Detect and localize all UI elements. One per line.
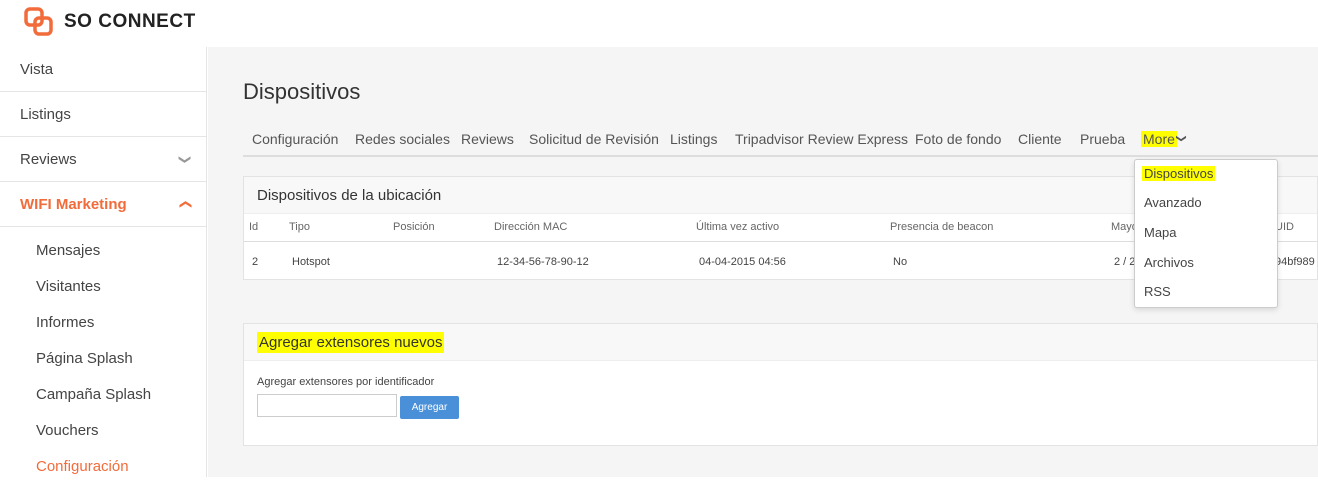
menu-item-rss[interactable]: RSS	[1144, 284, 1171, 299]
top-bar: SO CONNECT	[0, 0, 1318, 47]
sidebar-item-label: Listings	[20, 106, 71, 123]
column-header[interactable]: Posición	[393, 221, 435, 233]
menu-item-mapa[interactable]: Mapa	[1144, 225, 1177, 240]
sidebar-item-listings[interactable]: Listings	[0, 92, 206, 137]
tab-reviews[interactable]: Reviews	[461, 131, 514, 147]
extenders-id-input[interactable]	[257, 394, 397, 417]
sidebar-subitem-pagina-splash[interactable]: Página Splash	[0, 341, 206, 377]
extenders-panel-header: Agregar extensores nuevos	[244, 324, 1317, 361]
sidebar-subitem-vouchers[interactable]: Vouchers	[0, 413, 206, 449]
extenders-panel-title: Agregar extensores nuevos	[257, 332, 445, 353]
sidebar: Vista Listings Reviews ❯ WIFI Marketing ❯ …	[0, 47, 207, 477]
tab-cliente[interactable]: Cliente	[1018, 131, 1062, 147]
page-title: Dispositivos	[243, 79, 361, 104]
tab-listings[interactable]: Listings	[670, 131, 717, 147]
logo[interactable]: SO CONNECT	[24, 7, 196, 37]
more-dropdown-menu: Dispositivos Avanzado Mapa Archivos RSS	[1134, 159, 1278, 308]
sidebar-subitem-configuracion[interactable]: Configuración	[0, 449, 206, 485]
tab-redes-sociales[interactable]: Redes sociales	[355, 131, 450, 147]
sidebar-item-wifi-marketing[interactable]: WIFI Marketing ❯	[0, 182, 206, 227]
tab-solicitud-de-revision[interactable]: Solicitud de Revisión	[529, 131, 659, 147]
sidebar-subitem-visitantes[interactable]: Visitantes	[0, 269, 206, 305]
extenders-id-label: Agregar extensores por identificador	[257, 376, 435, 388]
sidebar-subitem-campana-splash[interactable]: Campaña Splash	[0, 377, 206, 413]
cell-id: 2	[252, 256, 259, 268]
chevron-down-icon: ❯	[1175, 134, 1187, 143]
menu-item-avanzado[interactable]: Avanzado	[1144, 195, 1202, 210]
sidebar-item-label: WIFI Marketing	[20, 196, 127, 213]
tab-prueba[interactable]: Prueba	[1080, 131, 1125, 147]
cell-mac: 12-34-56-78-90-12	[497, 256, 589, 268]
chevron-down-icon: ❯	[178, 154, 193, 165]
menu-item-archivos[interactable]: Archivos	[1144, 255, 1194, 270]
column-header[interactable]: Presencia de beacon	[890, 221, 993, 233]
column-header[interactable]: Última vez activo	[696, 221, 779, 233]
menu-item-dispositivos[interactable]: Dispositivos	[1142, 166, 1216, 181]
column-header[interactable]: Dirección MAC	[494, 221, 567, 233]
tab-more[interactable]: More	[1141, 131, 1177, 147]
column-header[interactable]: Id	[249, 221, 258, 233]
sidebar-item-vista[interactable]: Vista	[0, 47, 206, 92]
logo-icon	[24, 7, 53, 36]
chevron-up-icon: ❯	[177, 199, 192, 210]
main-content: Dispositivos Configuración Redes sociale…	[208, 47, 1318, 477]
cell-ultima-vez-activo: 04-04-2015 04:56	[699, 256, 786, 268]
tab-tripadvisor-review-express[interactable]: Tripadvisor Review Express	[735, 131, 908, 147]
cell-beacon: No	[893, 256, 908, 268]
sidebar-item-label: Reviews	[20, 151, 77, 168]
sidebar-item-label: Vista	[20, 61, 54, 78]
cell-tipo: Hotspot	[292, 256, 330, 268]
brand-name: SO CONNECT	[64, 11, 196, 32]
tab-more-label: More	[1143, 131, 1175, 147]
cell-mayo: 2 / 2	[1114, 256, 1136, 268]
sidebar-item-reviews[interactable]: Reviews ❯	[0, 137, 206, 182]
sidebar-subitem-informes[interactable]: Informes	[0, 305, 206, 341]
extenders-panel: Agregar extensores nuevos Agregar extens…	[243, 323, 1318, 446]
tab-foto-de-fondo[interactable]: Foto de fondo	[915, 131, 1001, 147]
agregar-button[interactable]: Agregar	[400, 396, 459, 419]
tab-bar: Configuración Redes sociales Reviews Sol…	[243, 127, 1318, 157]
sidebar-subitem-mensajes[interactable]: Mensajes	[0, 233, 206, 269]
column-header[interactable]: Tipo	[289, 221, 310, 233]
cell-uid: 94bf989	[1275, 256, 1315, 268]
tab-configuracion[interactable]: Configuración	[252, 131, 338, 147]
